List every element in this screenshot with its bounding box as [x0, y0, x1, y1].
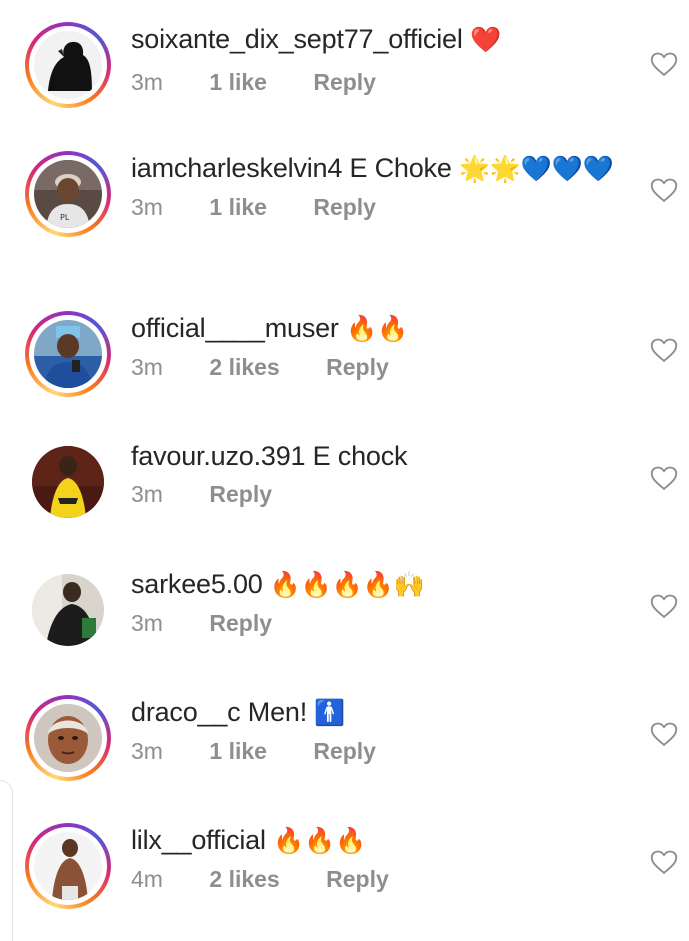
comment-emoji: 🌟🌟💙💙💙: [459, 154, 614, 183]
heart-outline-icon[interactable]: [650, 721, 678, 747]
comment-username[interactable]: favour.uzo.391: [131, 441, 306, 471]
comment-meta: 3m 1 like Reply: [131, 192, 621, 222]
reply-button[interactable]: Reply: [313, 67, 376, 97]
avatar[interactable]: [25, 439, 111, 525]
comment-body: draco__c Men! 🚹 3m 1 like Reply: [131, 695, 621, 766]
comment-meta: 3m Reply: [131, 608, 621, 638]
comment-meta: 3m 2 likes Reply: [131, 352, 621, 382]
comment-likes[interactable]: 1 like: [209, 67, 267, 97]
avatar-person-blue-icon: [34, 320, 102, 388]
heart-outline-icon[interactable]: [650, 593, 678, 619]
comment-time: 3m: [131, 610, 163, 636]
comment-emoji: 🚹: [314, 698, 346, 727]
comment-text: E Choke: [349, 153, 452, 183]
comment-time: 4m: [131, 866, 163, 892]
reply-button[interactable]: Reply: [313, 736, 376, 766]
comment-time: 3m: [131, 481, 163, 507]
comment-body: sarkee5.00 🔥🔥🔥🔥🙌 3m Reply: [131, 567, 621, 638]
heart-outline-icon[interactable]: [650, 177, 678, 203]
comment-username[interactable]: sarkee5.00: [131, 569, 263, 599]
comment-time: 3m: [131, 738, 163, 764]
comment-meta: 3m 1 like Reply: [131, 67, 621, 97]
comment-text: Men!: [247, 697, 308, 727]
reply-button[interactable]: Reply: [209, 479, 272, 509]
comment-username[interactable]: lilx__official: [131, 825, 266, 855]
edge-divider: [0, 780, 13, 941]
comment-meta: 3m Reply: [131, 479, 621, 509]
comment-body: soixante_dix_sept77_officiel ❤️ 3m 1 lik…: [131, 22, 621, 97]
avatar[interactable]: [25, 695, 111, 781]
heart-outline-icon[interactable]: [650, 51, 678, 77]
comment-emoji: 🔥🔥: [346, 314, 408, 343]
comment-text: E chock: [312, 441, 408, 471]
avatar-person-yellow-dress-icon: [32, 446, 104, 518]
heart-outline-icon[interactable]: [650, 465, 678, 491]
comment-emoji: 🔥🔥🔥🔥🙌: [269, 570, 425, 599]
comment-username[interactable]: official____muser: [131, 313, 339, 343]
comment-time: 3m: [131, 354, 163, 380]
comment-likes[interactable]: 2 likes: [209, 864, 279, 894]
comment-body: favour.uzo.391 E chock 3m Reply: [131, 439, 621, 509]
comment-likes[interactable]: 1 like: [209, 736, 267, 766]
comment-username[interactable]: draco__c: [131, 697, 241, 727]
svg-text:PL: PL: [60, 213, 70, 222]
comment-body: lilx__official 🔥🔥🔥 4m 2 likes Reply: [131, 823, 621, 894]
avatar[interactable]: [25, 567, 111, 653]
comment-emoji: 🔥🔥🔥: [273, 826, 366, 855]
reply-button[interactable]: Reply: [326, 864, 389, 894]
comment-username[interactable]: soixante_dix_sept77_officiel: [131, 24, 463, 54]
avatar-person-dark-icon: [32, 574, 104, 646]
heart-outline-icon[interactable]: [650, 849, 678, 875]
reply-button[interactable]: Reply: [209, 608, 272, 638]
avatar-person-selfie-icon: [34, 704, 102, 772]
avatar-person-shirtless-icon: [34, 832, 102, 900]
avatar[interactable]: PL: [25, 151, 111, 237]
avatar[interactable]: [25, 22, 111, 108]
avatar[interactable]: [25, 311, 111, 397]
comment-body: official____muser 🔥🔥 3m 2 likes Reply: [131, 311, 621, 382]
reply-button[interactable]: Reply: [326, 352, 389, 382]
comment-meta: 4m 2 likes Reply: [131, 864, 621, 894]
comment-username[interactable]: iamcharleskelvin4: [131, 153, 342, 183]
comment-emoji: ❤️: [469, 25, 501, 54]
avatar-dark-profile-icon: [34, 31, 102, 99]
reply-button[interactable]: Reply: [313, 192, 376, 222]
avatar[interactable]: [25, 823, 111, 909]
comment-time: 3m: [131, 69, 163, 95]
comment-list: soixante_dix_sept77_officiel ❤️ 3m 1 lik…: [0, 0, 689, 938]
heart-outline-icon[interactable]: [650, 337, 678, 363]
comment-time: 3m: [131, 194, 163, 220]
comment-meta: 3m 1 like Reply: [131, 736, 621, 766]
comment-likes[interactable]: 2 likes: [209, 352, 279, 382]
comment-likes[interactable]: 1 like: [209, 192, 267, 222]
avatar-person-cap-icon: PL: [34, 160, 102, 228]
comment-body: iamcharleskelvin4 E Choke 🌟🌟💙💙💙 3m 1 lik…: [131, 151, 621, 222]
